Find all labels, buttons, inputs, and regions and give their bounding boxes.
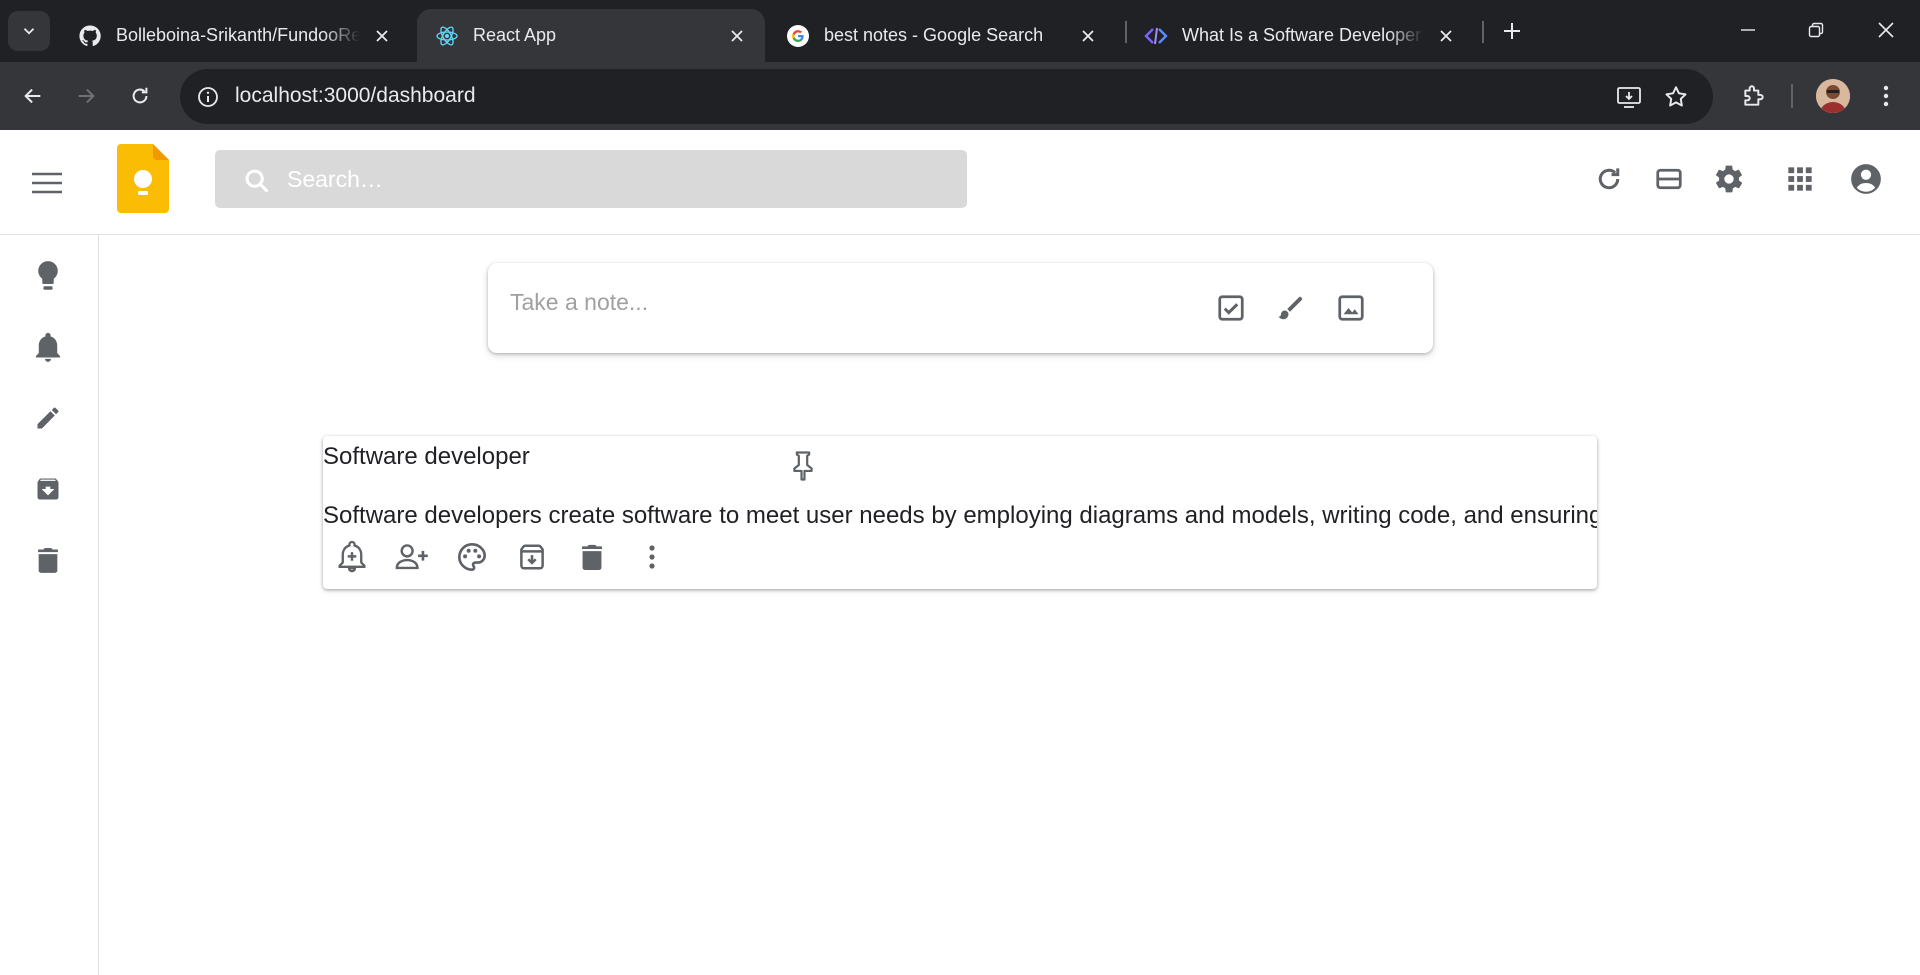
collaborator-button[interactable] xyxy=(393,538,431,576)
remind-me-button[interactable] xyxy=(333,538,371,576)
more-vert-icon xyxy=(1883,85,1889,107)
site-icon xyxy=(1144,24,1168,48)
apps-button[interactable] xyxy=(1781,160,1819,198)
restore-icon xyxy=(1808,22,1824,38)
tab-title: React App xyxy=(473,25,557,45)
sidebar-item-trash[interactable] xyxy=(27,539,69,581)
palette-icon xyxy=(458,542,487,572)
profile-avatar[interactable] xyxy=(1816,79,1850,113)
minimize-button[interactable] xyxy=(1714,0,1782,60)
refresh-icon xyxy=(1598,168,1620,190)
site-info-icon[interactable] xyxy=(194,83,222,111)
take-note-placeholder[interactable]: Take a note... xyxy=(510,289,648,316)
pencil-icon xyxy=(37,407,59,429)
trash-icon xyxy=(38,547,58,573)
browser-menu-button[interactable] xyxy=(1868,78,1904,114)
search-input[interactable] xyxy=(287,160,947,198)
main-menu-button[interactable] xyxy=(28,164,66,202)
browser-tab-software-developer[interactable]: What Is a Software Developer? | xyxy=(1126,9,1474,62)
address-bar[interactable]: localhost:3000/dashboard xyxy=(180,69,1713,124)
delete-note-button[interactable] xyxy=(573,538,611,576)
settings-icon xyxy=(1716,165,1743,193)
tab-title: Bolleboina-Srikanth/FundooRea xyxy=(116,25,360,45)
toolbar-separator xyxy=(1791,84,1793,108)
search-bar[interactable] xyxy=(215,150,967,208)
close-window-button[interactable] xyxy=(1852,0,1920,60)
image-icon xyxy=(1338,295,1364,321)
pin-icon xyxy=(793,451,813,481)
keep-logo-icon xyxy=(117,144,169,213)
sidebar xyxy=(0,235,99,975)
browser-tab-strip: Bolleboina-Srikanth/FundooRea React App … xyxy=(0,0,1920,62)
take-note-bar[interactable]: Take a note... xyxy=(488,263,1433,353)
new-list-button[interactable] xyxy=(1212,289,1250,327)
lightbulb-icon xyxy=(38,261,58,290)
close-tab-icon[interactable] xyxy=(370,24,394,48)
github-icon xyxy=(78,24,102,48)
new-image-button[interactable] xyxy=(1332,289,1370,327)
note-card[interactable]: Software developer Software developers c… xyxy=(323,436,1597,589)
sidebar-item-edit-labels[interactable] xyxy=(27,397,69,439)
account-button[interactable] xyxy=(1847,160,1885,198)
install-app-icon[interactable] xyxy=(1614,82,1644,112)
browser-tab-github[interactable]: Bolleboina-Srikanth/FundooRea xyxy=(60,9,410,62)
extensions-button[interactable] xyxy=(1736,78,1772,114)
checkbox-icon xyxy=(1218,295,1244,321)
brush-icon xyxy=(1278,296,1303,320)
reload-button[interactable] xyxy=(122,78,158,114)
refresh-button[interactable] xyxy=(1590,160,1628,198)
tab-separator xyxy=(1482,21,1484,43)
account-icon xyxy=(1851,164,1881,194)
close-tab-icon[interactable] xyxy=(1434,24,1458,48)
app-header xyxy=(0,130,1920,235)
reload-icon xyxy=(132,87,148,104)
plus-icon xyxy=(1504,23,1520,39)
forward-button[interactable] xyxy=(68,78,104,114)
archive-icon xyxy=(520,544,544,570)
tab-title: best notes - Google Search xyxy=(824,25,1044,45)
more-options-button[interactable] xyxy=(633,538,671,576)
apps-grid-icon xyxy=(1788,167,1812,191)
add-reminder-icon xyxy=(338,541,366,573)
url-text: localhost:3000/dashboard xyxy=(235,84,476,107)
close-icon xyxy=(1878,22,1894,38)
menu-icon xyxy=(32,172,62,194)
archive-icon xyxy=(37,478,59,500)
more-icon xyxy=(649,545,655,569)
new-drawing-button[interactable] xyxy=(1272,289,1310,327)
minimize-icon xyxy=(1741,29,1755,31)
close-tab-icon[interactable] xyxy=(725,24,749,48)
react-icon xyxy=(435,24,459,48)
collaborator-icon xyxy=(395,544,428,570)
list-view-icon xyxy=(1656,168,1682,190)
bookmark-star-icon[interactable] xyxy=(1661,82,1691,112)
puzzle-icon xyxy=(1744,85,1764,106)
arrow-back-icon xyxy=(24,88,41,104)
browser-toolbar: localhost:3000/dashboard xyxy=(0,62,1920,130)
close-tab-icon[interactable] xyxy=(1076,24,1100,48)
tab-title: What Is a Software Developer? | xyxy=(1182,25,1424,45)
chevron-down-icon xyxy=(23,28,35,35)
search-icon xyxy=(241,165,273,197)
note-body[interactable]: Software developers create software to m… xyxy=(323,502,1597,530)
google-icon xyxy=(786,24,810,48)
settings-button[interactable] xyxy=(1710,160,1748,198)
tab-search-button[interactable] xyxy=(8,11,50,51)
new-tab-button[interactable] xyxy=(1496,15,1528,47)
browser-tab-google-search[interactable]: best notes - Google Search xyxy=(768,9,1116,62)
browser-tab-react-app[interactable]: React App xyxy=(417,9,765,62)
archive-note-button[interactable] xyxy=(513,538,551,576)
note-title[interactable]: Software developer xyxy=(323,443,530,471)
sidebar-item-reminders[interactable] xyxy=(27,327,69,369)
sidebar-item-notes[interactable] xyxy=(27,255,69,297)
restore-button[interactable] xyxy=(1782,0,1850,60)
back-button[interactable] xyxy=(15,78,51,114)
pin-button[interactable] xyxy=(785,448,821,484)
arrow-forward-icon xyxy=(78,88,95,104)
sidebar-item-archive[interactable] xyxy=(27,468,69,510)
list-view-button[interactable] xyxy=(1650,160,1688,198)
background-options-button[interactable] xyxy=(453,538,491,576)
delete-icon xyxy=(581,544,603,570)
bell-icon xyxy=(35,333,61,362)
